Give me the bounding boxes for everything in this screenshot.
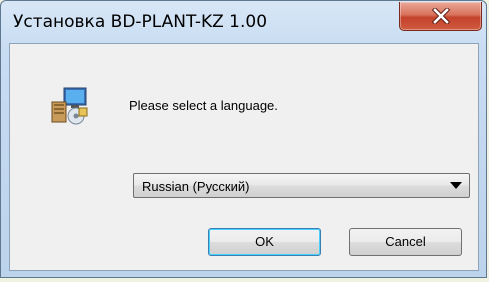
ok-button[interactable]: OK	[208, 228, 321, 256]
dialog-body: Please select a language. Russian (Русск…	[9, 43, 479, 271]
setup-installer-icon	[49, 86, 89, 126]
cancel-button[interactable]: Cancel	[349, 228, 462, 256]
language-dropdown[interactable]: Russian (Русский)	[133, 173, 470, 198]
title-bar[interactable]: Установка BD-PLANT-KZ 1.00	[1, 1, 488, 43]
installer-dialog-window: Установка BD-PLANT-KZ 1.00 Please select…	[0, 0, 487, 278]
close-button[interactable]	[399, 2, 482, 31]
language-prompt: Please select a language.	[129, 98, 278, 113]
window-title: Установка BD-PLANT-KZ 1.00	[13, 12, 268, 32]
chevron-down-icon	[450, 182, 462, 189]
language-selected-value: Russian (Русский)	[142, 179, 250, 194]
close-icon	[432, 8, 450, 24]
